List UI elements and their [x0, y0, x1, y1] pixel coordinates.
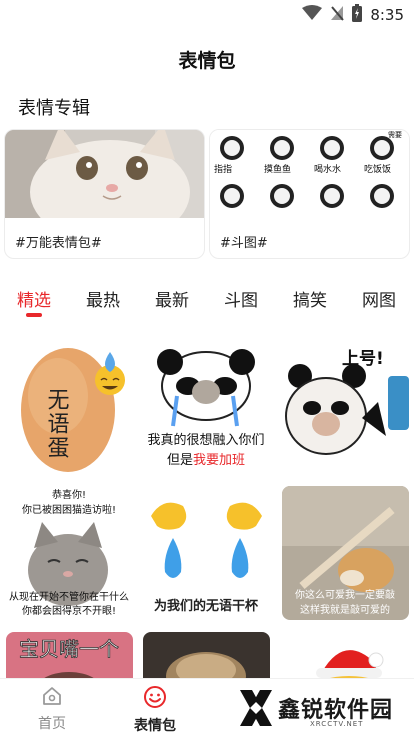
meme-text: 这样我就是敲可爱的 — [300, 603, 390, 616]
nav-label: 表情包 — [134, 718, 176, 734]
nav-home[interactable]: 首页 — [12, 685, 92, 733]
meme-egg[interactable]: 无语蛋 — [6, 340, 133, 474]
meme-sleepy-cat[interactable]: 恭喜你! 你已被困困猫造访啦! 从现在开始不管你在干什么 你都会困得京不开眼! — [6, 486, 133, 620]
meme-panda-shanghao[interactable]: 上号! — [282, 340, 409, 474]
app-screen: 8:35 表情包 表情专辑 #万能表情包# 指指 摸鱼鱼 喝水水 吃饭饭 需要 … — [0, 0, 414, 736]
meme-text: 无语蛋 — [44, 388, 70, 460]
tab-label: 斗图 — [224, 291, 258, 311]
svg-text:但是我要加班: 但是我要加班 — [167, 453, 245, 468]
page-title: 表情包 — [178, 50, 236, 72]
meme-text: 宝贝嘴一个 — [19, 637, 119, 661]
meme-text: 但是 — [167, 453, 193, 468]
thumb-label: 喝水水 — [314, 163, 341, 175]
meme-hands-cheers[interactable]: 为我们的无语干杯 — [143, 486, 270, 620]
tab-label: 网图 — [362, 291, 396, 311]
tab-label: 搞笑 — [293, 291, 327, 311]
watermark-logo-icon — [240, 690, 272, 726]
smile-icon — [144, 686, 166, 708]
album-card-doutu[interactable]: 指指 摸鱼鱼 喝水水 吃饭饭 需要 #斗图# — [209, 129, 410, 259]
meme-santa-hat[interactable] — [282, 632, 409, 680]
album-caption: #斗图# — [220, 236, 268, 251]
meme-text: 你都会困得京不开眼! — [22, 604, 116, 617]
wifi-icon — [302, 5, 323, 25]
watermark-sub: XRCCTV.NET — [310, 720, 364, 728]
signal-off-icon — [330, 5, 345, 25]
album-caption: #万能表情包# — [15, 236, 102, 251]
watermark: 鑫锐软件园 XRCCTV.NET — [236, 684, 396, 732]
nav-label: 首页 — [38, 716, 66, 732]
thumb-label: 吃饭饭 — [364, 163, 391, 175]
thumb-label: 摸鱼鱼 — [264, 163, 291, 175]
meme-doge-bat[interactable]: 你这么可爱我一定要敲 这样我就是敲可爱的 — [282, 486, 409, 620]
tab-funny[interactable]: 搞笑 — [280, 286, 340, 311]
meme-text: 你已被困困猫造访啦! — [22, 503, 116, 516]
tab-label: 最热 — [86, 291, 120, 311]
section-title-albums: 表情专辑 — [18, 98, 90, 119]
album-card-universal[interactable]: #万能表情包# — [4, 129, 205, 259]
tab-web-images[interactable]: 网图 — [349, 286, 409, 311]
meme-text: 我真的很想融入你们 — [147, 432, 264, 448]
meme-baby-kiss[interactable]: 宝贝嘴一个 — [6, 632, 133, 680]
meme-text: 从现在开始不管你在干什么 — [9, 590, 129, 603]
meme-dog[interactable] — [143, 632, 270, 680]
meme-panda-overtime[interactable]: 我真的很想融入你们 但是我要加班 — [143, 340, 270, 474]
album-thumb-cat — [5, 130, 204, 218]
category-tabs: 精选 最热 最新 斗图 搞笑 网图 — [0, 286, 414, 320]
battery-icon — [352, 4, 363, 26]
meme-text: 为我们的无语干杯 — [154, 598, 259, 614]
tab-doutu[interactable]: 斗图 — [211, 286, 271, 311]
thumb-label: 需要 — [388, 131, 402, 139]
status-bar: 8:35 — [0, 0, 414, 30]
album-thumb-panda-grid: 指指 摸鱼鱼 喝水水 吃饭饭 需要 — [210, 130, 409, 218]
tab-featured[interactable]: 精选 — [4, 286, 64, 317]
meme-text-highlight: 我要加班 — [193, 453, 245, 468]
nav-emoji[interactable]: 表情包 — [115, 685, 195, 735]
status-time: 8:35 — [370, 6, 404, 24]
meme-grid: 无语蛋 我真的很想融入你们 但是我要加班 上号! 恭喜你! 你已被困困猫造访啦!… — [0, 340, 414, 680]
meme-text: 你这么可爱我一定要敲 — [295, 588, 395, 601]
home-icon — [43, 687, 61, 705]
tab-label: 精选 — [17, 291, 51, 311]
thumb-label: 指指 — [214, 163, 232, 175]
meme-text: 恭喜你! — [52, 488, 86, 501]
tab-hot[interactable]: 最热 — [73, 286, 133, 311]
tab-indicator — [26, 313, 42, 317]
tab-newest[interactable]: 最新 — [142, 286, 202, 311]
tab-label: 最新 — [155, 291, 189, 311]
